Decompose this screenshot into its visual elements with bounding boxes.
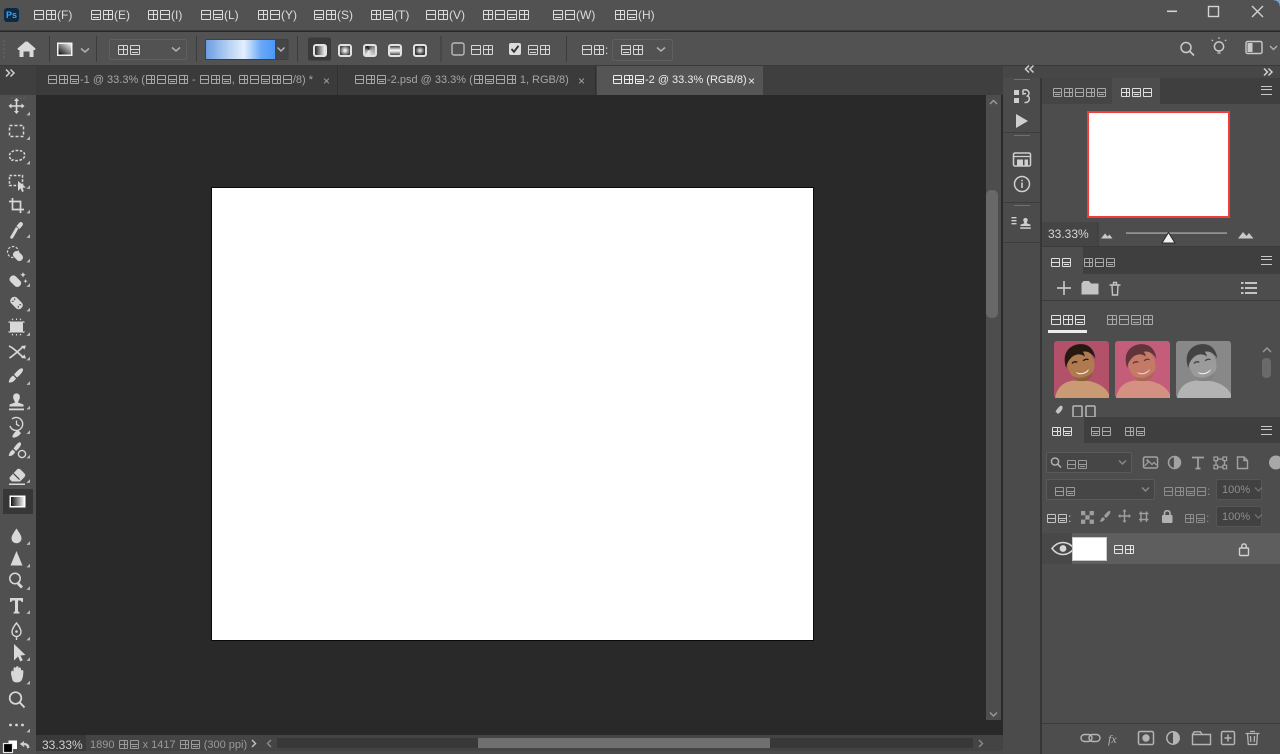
svg-text:fx: fx: [1108, 732, 1117, 746]
